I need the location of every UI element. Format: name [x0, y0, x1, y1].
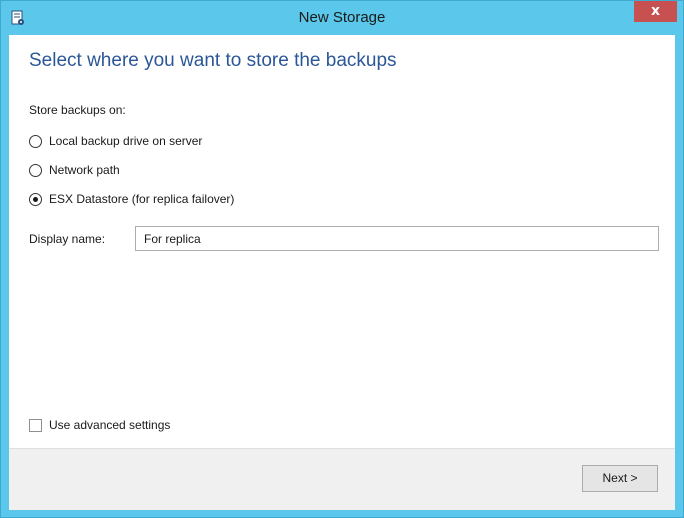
title-bar[interactable]: New Storage x — [1, 1, 683, 35]
display-name-input[interactable] — [135, 226, 659, 251]
next-button[interactable]: Next > — [582, 465, 658, 492]
radio-button-selected[interactable] — [29, 192, 42, 206]
use-advanced-settings-checkbox-row[interactable]: Use advanced settings — [29, 417, 170, 433]
radio-label: Local backup drive on server — [49, 134, 203, 148]
radio-button[interactable] — [29, 163, 42, 177]
radio-local-backup-drive[interactable]: Local backup drive on server — [29, 132, 202, 150]
radio-label: Network path — [49, 163, 120, 177]
display-name-label: Display name: — [29, 232, 106, 246]
dialog-footer: Next > — [9, 448, 675, 510]
store-backups-label: Store backups on: — [29, 103, 126, 117]
window-title: New Storage — [298, 9, 386, 26]
new-storage-dialog: New Storage x Select where you want to s… — [0, 0, 684, 518]
radio-esx-datastore[interactable]: ESX Datastore (for replica failover) — [29, 190, 234, 208]
close-button[interactable]: x — [634, 1, 677, 22]
page-heading: Select where you want to store the backu… — [29, 50, 397, 71]
radio-button[interactable] — [29, 134, 42, 148]
use-advanced-settings-checkbox[interactable] — [29, 418, 42, 432]
radio-label: ESX Datastore (for replica failover) — [49, 192, 235, 206]
radio-network-path[interactable]: Network path — [29, 161, 120, 179]
dialog-content: Select where you want to store the backu… — [9, 35, 675, 510]
use-advanced-settings-label: Use advanced settings — [49, 418, 171, 432]
